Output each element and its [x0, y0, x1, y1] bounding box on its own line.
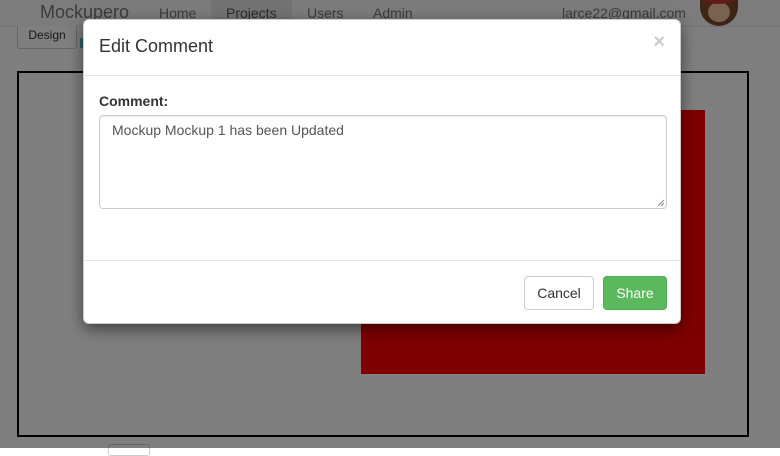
cancel-button[interactable]: Cancel — [524, 276, 594, 310]
modal-header: Edit Comment × — [84, 20, 680, 76]
edit-comment-modal: Edit Comment × Comment: Mockup Mockup 1 … — [83, 19, 681, 324]
comment-label: Comment: — [99, 93, 169, 109]
close-icon[interactable]: × — [653, 32, 665, 52]
comment-textarea[interactable]: Mockup Mockup 1 has been Updated — [99, 115, 667, 209]
modal-title: Edit Comment — [99, 36, 214, 56]
modal-footer: Cancel Share — [84, 260, 680, 324]
resize-grip-icon[interactable] — [657, 199, 665, 207]
share-button[interactable]: Share — [603, 276, 667, 310]
